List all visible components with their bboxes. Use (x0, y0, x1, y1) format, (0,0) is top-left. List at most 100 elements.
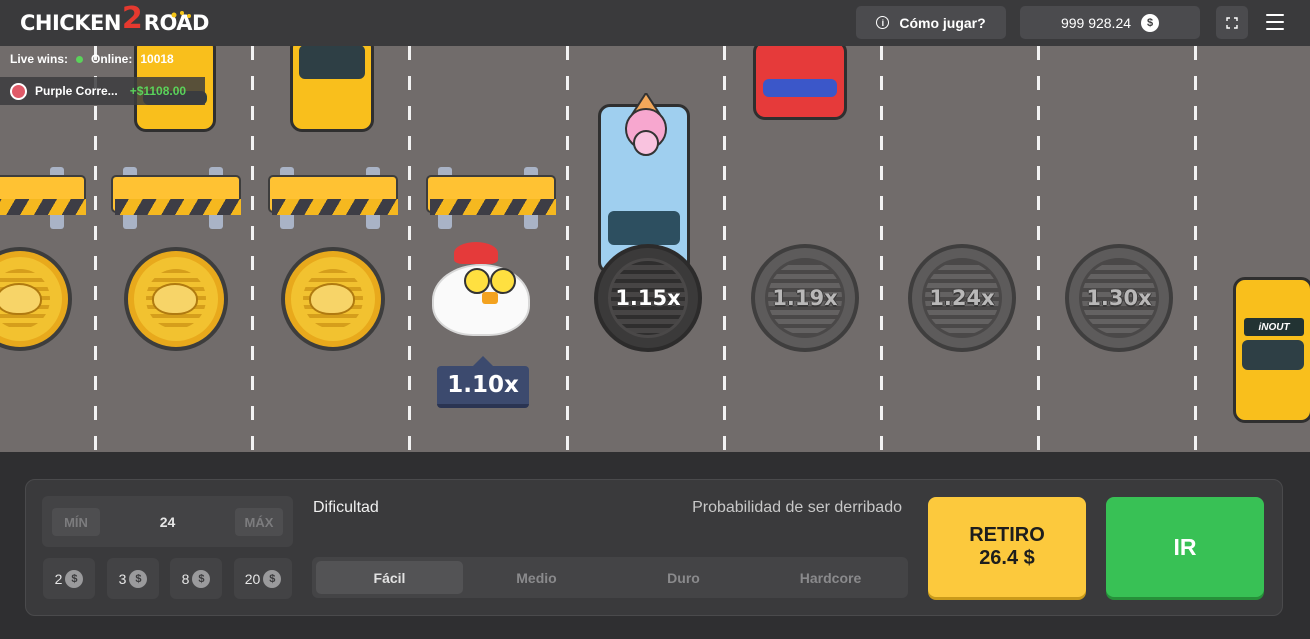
logo-dots-icon (171, 11, 191, 18)
roast-chicken-icon (309, 283, 355, 315)
lane-divider (1037, 46, 1040, 452)
barrier-stripes (272, 199, 398, 215)
chip-value: 2 (54, 570, 63, 587)
lane-divider (880, 46, 883, 452)
barrier-stripes (115, 199, 241, 215)
multiplier-manhole[interactable]: 1.15x (594, 244, 702, 352)
balance-display: 999 928.24 $ (1020, 6, 1200, 39)
car-window (299, 46, 365, 79)
multiplier-manhole[interactable]: 1.24x (908, 244, 1016, 352)
bet-max-button[interactable]: MÁX (235, 508, 283, 536)
multiplier-manhole[interactable]: 1.30x (1065, 244, 1173, 352)
fullscreen-button[interactable] (1216, 6, 1248, 39)
car-window (763, 79, 837, 97)
game-logo: CHICKEN 2 ROAD (20, 1, 209, 38)
avatar (10, 82, 27, 100)
difficulty-selector: Fácil Medio Duro Hardcore (312, 557, 908, 598)
bet-amount-value[interactable]: 24 (120, 508, 215, 536)
logo-text-chicken: CHICKEN (20, 11, 121, 35)
gold-coin-passed (124, 247, 228, 351)
manhole-multiplier: 1.24x (929, 286, 995, 310)
chicken-eye (464, 268, 490, 294)
chip-value: 8 (181, 570, 190, 587)
logo-number: 2 (121, 0, 143, 36)
manhole-multiplier: 1.19x (772, 286, 838, 310)
currency-coin-icon: $ (65, 569, 84, 588)
live-wins-label: Live wins: (10, 52, 69, 66)
live-wins-panel: Live wins: Online: 10018 Purple Corre...… (0, 46, 205, 110)
chip-value: 3 (118, 570, 127, 587)
chip-value: 20 (244, 570, 261, 587)
taxi-car: iNOUT (1233, 277, 1310, 423)
manhole-multiplier: 1.15x (615, 286, 681, 310)
cashout-button[interactable]: RETIRO 26.4 $ (928, 497, 1086, 597)
chicken-player (432, 242, 532, 342)
fullscreen-icon (1226, 16, 1238, 29)
menu-line-icon (1266, 28, 1284, 30)
bet-chip-button[interactable]: 3 $ (107, 558, 159, 599)
barrier-stripes (0, 199, 86, 215)
currency-coin-icon: $ (192, 569, 211, 588)
lane-divider (566, 46, 569, 452)
how-to-play-label: Cómo jugar? (899, 14, 986, 31)
online-dot-icon (76, 55, 84, 63)
difficulty-tab-easy[interactable]: Fácil (316, 561, 463, 594)
bet-chip-button[interactable]: 20 $ (234, 558, 292, 599)
roast-chicken-icon (152, 283, 198, 315)
road-barrier (111, 167, 241, 229)
menu-button[interactable] (1266, 14, 1284, 30)
currency-coin-icon: $ (263, 569, 282, 588)
cashout-label: RETIRO (969, 524, 1045, 546)
lane-divider (723, 46, 726, 452)
difficulty-tab-medium[interactable]: Medio (463, 561, 610, 594)
multiplier-manhole[interactable]: 1.19x (751, 244, 859, 352)
fire-truck (753, 46, 847, 120)
bet-chip-button[interactable]: 2 $ (43, 558, 95, 599)
gold-coin-passed (281, 247, 385, 351)
road-barrier (0, 167, 86, 229)
barrier-board (0, 175, 86, 215)
currency-coin-icon: $ (1141, 13, 1160, 32)
barrier-board (268, 175, 398, 215)
menu-line-icon (1266, 14, 1284, 16)
top-bar: CHICKEN 2 ROAD i Cómo jugar? 999 928.24 … (0, 0, 1310, 46)
difficulty-tab-hard[interactable]: Duro (610, 561, 757, 594)
lane-divider (408, 46, 411, 452)
ice-cream-icon (625, 93, 667, 156)
bet-chip-button[interactable]: 8 $ (170, 558, 222, 599)
cashout-amount: 26.4 $ (979, 547, 1035, 569)
roast-chicken-icon (0, 283, 42, 315)
difficulty-label: Dificultad (313, 499, 379, 516)
lane-divider (251, 46, 254, 452)
road-barrier (268, 167, 398, 229)
chicken-beak (482, 292, 498, 304)
barrier-board (111, 175, 241, 215)
info-icon: i (876, 16, 890, 29)
car-window (607, 211, 681, 245)
go-button[interactable]: IR (1106, 497, 1264, 597)
car-window (1241, 340, 1305, 370)
taxi-roof-sign: iNOUT (1244, 318, 1304, 336)
taxi-car (290, 46, 374, 132)
balance-value: 999 928.24 (1060, 14, 1132, 31)
live-stats: Live wins: Online: 10018 (10, 52, 174, 66)
bet-min-button[interactable]: MÍN (52, 508, 100, 536)
road-barrier (426, 167, 556, 229)
online-label: Online: (91, 52, 133, 66)
difficulty-tab-hardcore[interactable]: Hardcore (757, 561, 904, 594)
online-count: 10018 (140, 52, 174, 66)
how-to-play-button[interactable]: i Cómo jugar? (856, 6, 1006, 39)
live-win-entry: Purple Corre... +$1108.00 (0, 77, 205, 105)
chicken-eye (490, 268, 516, 294)
winner-amount: +$1108.00 (129, 84, 187, 98)
chicken-comb (454, 242, 498, 264)
probability-label: Probabilidad de ser derribado (692, 499, 902, 516)
menu-line-icon (1266, 21, 1284, 23)
lane-divider (1194, 46, 1197, 452)
barrier-stripes (430, 199, 556, 215)
manhole-multiplier: 1.30x (1086, 286, 1152, 310)
currency-coin-icon: $ (129, 569, 148, 588)
winner-name: Purple Corre... (35, 84, 118, 98)
barrier-board (426, 175, 556, 215)
current-multiplier-badge: 1.10x (437, 356, 529, 408)
